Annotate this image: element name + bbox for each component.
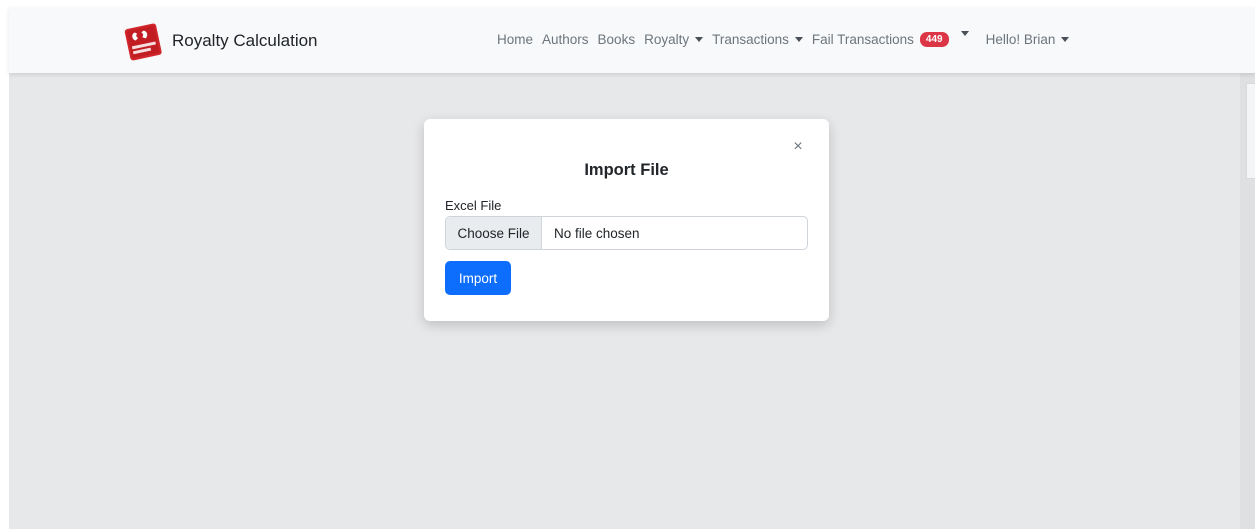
nav-books-label: Books [597, 31, 636, 47]
readers-magnet-logo-icon [124, 23, 162, 61]
navbar: Royalty Calculation Home Authors Books R… [9, 7, 1255, 73]
page: Royalty Calculation Home Authors Books R… [0, 0, 1255, 529]
modal-title: Import File [584, 161, 669, 179]
nav-fail-transactions-dropdown[interactable]: Fail Transactions 449 [811, 30, 969, 47]
nav-authors[interactable]: Authors [542, 32, 589, 47]
main-nav: Home Authors Books Royalty Transactions … [497, 29, 1078, 49]
nav-transactions-dropdown[interactable]: Transactions [712, 32, 803, 47]
nav-authors-label: Authors [542, 31, 589, 47]
nav-home-label: Home [497, 31, 534, 47]
nav-books[interactable]: Books [598, 32, 636, 47]
excel-file-label: Excel File [445, 198, 502, 213]
nav-royalty-dropdown[interactable]: Royalty [644, 31, 704, 47]
caret-down-icon [695, 36, 704, 42]
excel-file-input[interactable]: Choose File No file chosen [445, 216, 808, 250]
caret-down-icon [960, 30, 969, 36]
choose-file-button[interactable]: Choose File [446, 217, 542, 249]
nav-royalty-label: Royalty [644, 31, 690, 47]
nav-fail-transactions-label: Fail Transactions [811, 31, 914, 47]
import-button[interactable]: Import [445, 261, 511, 295]
brand-title: Royalty Calculation [172, 31, 318, 50]
background-card-edge [1246, 83, 1255, 179]
nav-transactions-label: Transactions [712, 31, 789, 47]
import-file-modal: × Import File Excel File Choose File No … [424, 119, 829, 321]
caret-down-icon [1061, 36, 1070, 42]
file-status-text: No file chosen [554, 225, 640, 241]
fail-count-badge: 449 [919, 31, 949, 47]
nav-home[interactable]: Home [497, 32, 533, 47]
user-greeting: Hello! Brian [985, 31, 1056, 47]
brand-link[interactable]: Royalty Calculation [121, 20, 318, 62]
user-menu-dropdown[interactable]: Hello! Brian [986, 32, 1070, 47]
caret-down-icon [794, 36, 803, 42]
close-icon[interactable]: × [791, 139, 805, 155]
